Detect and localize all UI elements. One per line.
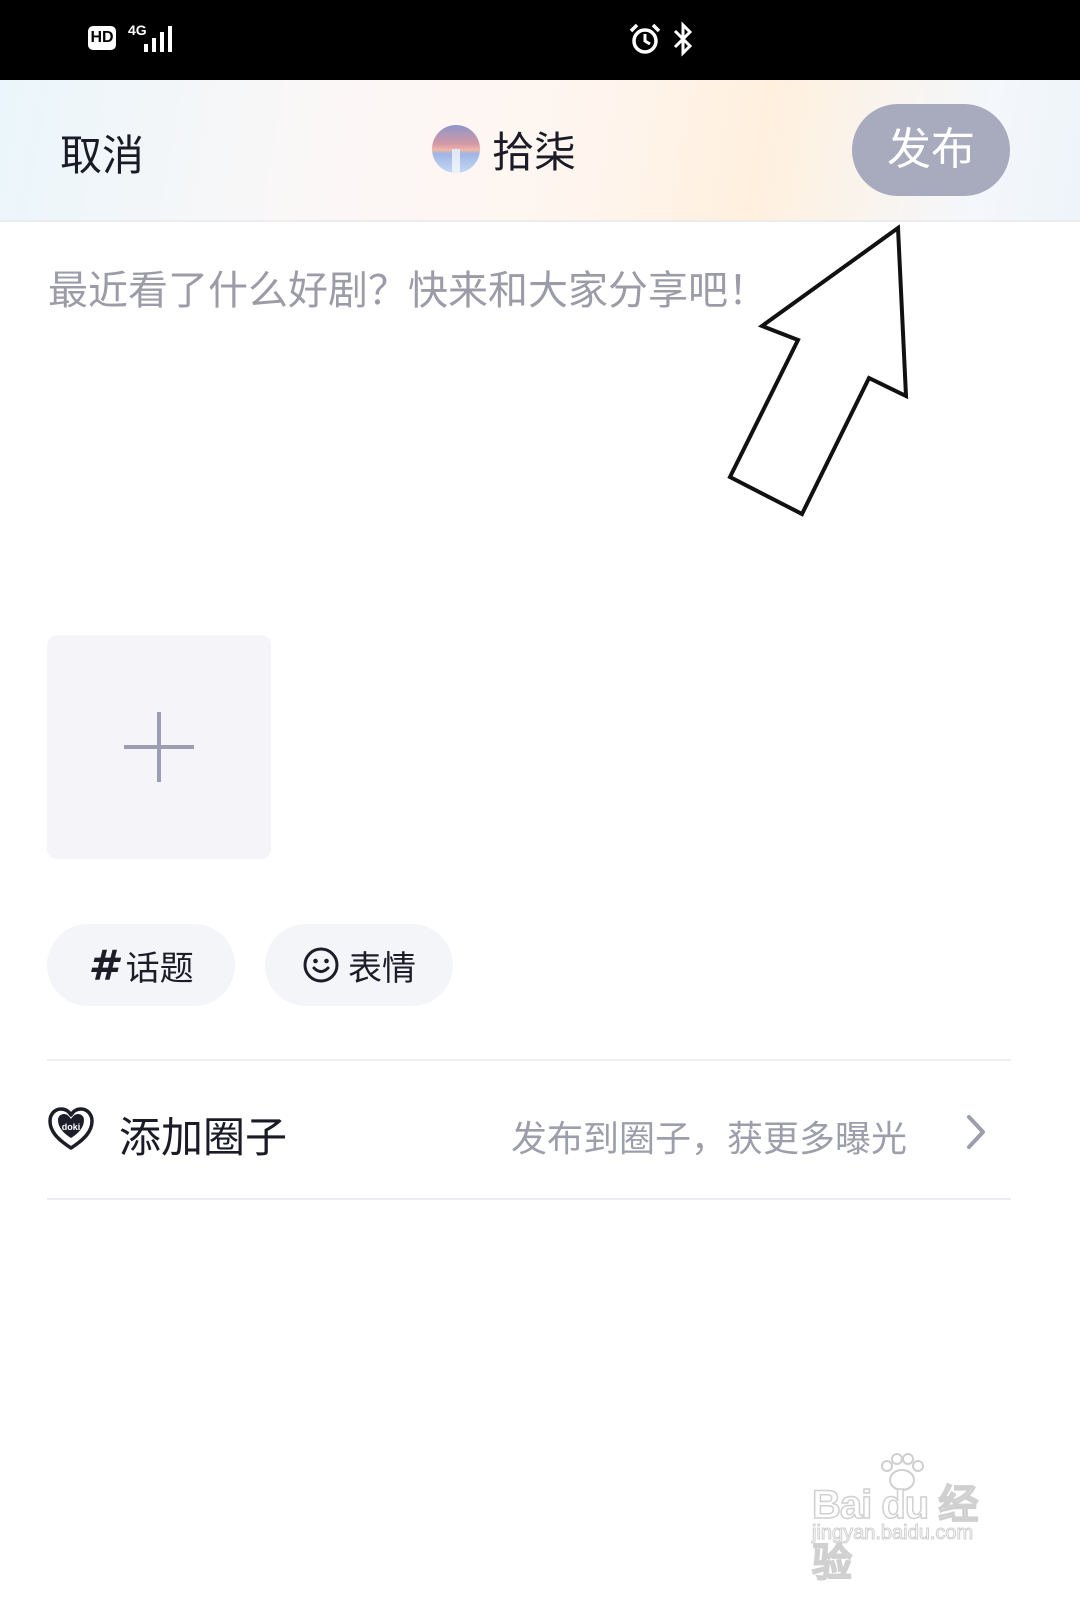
topic-button[interactable]: # 话题 — [47, 924, 235, 1006]
watermark: Bai du 经验 jingyan.baidu.com — [806, 1450, 1016, 1586]
avatar — [432, 125, 480, 173]
topic-label: 话题 — [125, 948, 194, 989]
bluetooth-icon — [673, 21, 693, 57]
divider — [47, 1198, 1011, 1200]
smiley-icon — [303, 947, 339, 983]
add-image-button[interactable] — [47, 635, 271, 859]
signal-icon — [144, 26, 172, 52]
svg-text:doki: doki — [62, 1122, 81, 1132]
chevron-right-icon — [967, 1115, 985, 1149]
user-chip: 拾柒 — [432, 124, 576, 177]
emoji-label: 表情 — [348, 948, 416, 989]
plus-icon — [124, 712, 194, 782]
add-circle-title: 添加圈子 — [119, 1113, 288, 1162]
hd-badge: HD — [88, 26, 116, 50]
alarm-icon — [629, 23, 661, 54]
watermark-url: jingyan.baidu.com — [811, 1522, 974, 1545]
status-bar: HD 4G — [0, 0, 1080, 80]
add-circle-row[interactable]: doki 添加圈子 发布到圈子，获更多曝光 — [47, 1062, 1011, 1198]
header-bar: 取消 拾柒 发布 — [0, 80, 1080, 222]
publish-button[interactable]: 发布 — [852, 104, 1010, 196]
hash-icon: # — [88, 940, 118, 990]
divider — [47, 1059, 1011, 1061]
cancel-button[interactable]: 取消 — [60, 122, 144, 183]
emoji-button[interactable]: 表情 — [265, 924, 453, 1006]
doki-heart-icon: doki — [48, 1107, 94, 1150]
circle-hint-text: 发布到圈子，获更多曝光 — [510, 1119, 907, 1160]
annotation-arrow-icon — [727, 224, 909, 517]
username: 拾柒 — [492, 127, 577, 177]
